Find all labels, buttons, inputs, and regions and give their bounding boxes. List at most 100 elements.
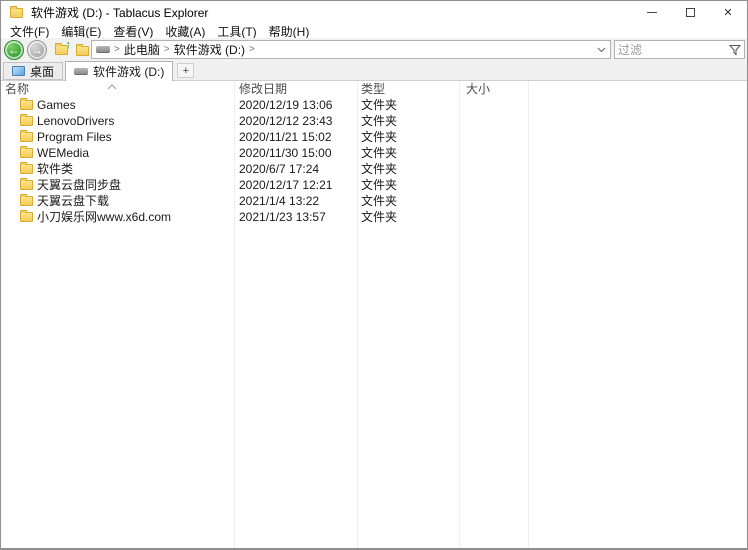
- window-controls: ✕: [633, 1, 747, 24]
- desktop-monitor-icon: [12, 66, 25, 76]
- column-header-type[interactable]: 类型: [361, 81, 385, 97]
- file-name: 小刀娱乐网www.x6d.com: [37, 210, 172, 224]
- folder-icon: [76, 43, 89, 56]
- file-list: Games 2020/12/19 13:06 文件夹 LenovoDrivers…: [1, 97, 746, 225]
- file-type: 文件夹: [361, 146, 398, 160]
- file-type: 文件夹: [361, 114, 398, 128]
- back-button[interactable]: ←: [4, 39, 24, 60]
- file-row[interactable]: LenovoDrivers 2020/12/12 23:43 文件夹: [1, 113, 746, 129]
- minimize-button[interactable]: [633, 1, 671, 24]
- folder-icon: [20, 130, 33, 142]
- folder-icon: [20, 146, 33, 158]
- close-icon: ✕: [723, 7, 733, 19]
- app-folder-icon: [10, 5, 23, 18]
- column-header-size[interactable]: 大小: [466, 81, 490, 97]
- folder-icon: [20, 98, 33, 110]
- folder-icon: [20, 162, 33, 174]
- breadcrumb-separator: >: [163, 44, 170, 55]
- file-row[interactable]: Games 2020/12/19 13:06 文件夹: [1, 97, 746, 113]
- chevron-down-icon: [597, 47, 606, 52]
- column-header-name[interactable]: 名称: [5, 81, 29, 97]
- file-type: 文件夹: [361, 210, 398, 224]
- tab-bar: 桌面 软件游戏 (D:) +: [1, 61, 747, 81]
- back-arrow-icon: ←: [8, 42, 20, 57]
- address-dropdown-button[interactable]: [597, 47, 606, 53]
- menu-bar: 文件(F) 编辑(E) 查看(V) 收藏(A) 工具(T) 帮助(H): [1, 23, 747, 40]
- file-name: LenovoDrivers: [37, 114, 115, 128]
- up-folder-button[interactable]: ↑: [55, 39, 71, 55]
- file-size: [466, 97, 524, 113]
- tab-label: 桌面: [30, 64, 55, 79]
- file-size: [466, 161, 524, 177]
- menu-edit[interactable]: 编辑(E): [55, 23, 107, 40]
- minimize-icon: [647, 12, 657, 13]
- breadcrumb-this-pc[interactable]: 此电脑: [124, 41, 160, 58]
- file-row[interactable]: 天翼云盘下载 2021/1/4 13:22 文件夹: [1, 193, 746, 209]
- file-name: WEMedia: [37, 146, 90, 160]
- file-name: 天翼云盘同步盘: [37, 178, 122, 192]
- forward-button[interactable]: →: [27, 39, 47, 60]
- file-date-modified: 2021/1/23 13:57: [239, 210, 326, 224]
- file-row[interactable]: Program Files 2020/11/21 15:02 文件夹: [1, 129, 746, 145]
- menu-help[interactable]: 帮助(H): [263, 23, 316, 40]
- folder-icon: [20, 114, 33, 126]
- menu-view[interactable]: 查看(V): [107, 23, 159, 40]
- file-type: 文件夹: [361, 178, 398, 192]
- plus-icon: +: [182, 64, 190, 77]
- forward-arrow-icon: →: [31, 42, 43, 57]
- file-name: Games: [37, 98, 76, 112]
- tab-label: 软件游戏 (D:): [93, 65, 165, 79]
- window-title: 软件游戏 (D:) - Tablacus Explorer: [31, 6, 209, 20]
- filter-box: [614, 40, 745, 59]
- menu-file[interactable]: 文件(F): [4, 23, 55, 40]
- file-size: [466, 209, 524, 225]
- file-type: 文件夹: [361, 194, 398, 208]
- file-row[interactable]: 小刀娱乐网www.x6d.com 2021/1/23 13:57 文件夹: [1, 209, 746, 225]
- breadcrumb-current-drive[interactable]: 软件游戏 (D:): [174, 41, 245, 58]
- column-header-date-modified[interactable]: 修改日期: [239, 81, 287, 97]
- file-size: [466, 129, 524, 145]
- file-size: [466, 193, 524, 209]
- breadcrumb-separator: >: [114, 44, 120, 55]
- tab-desktop[interactable]: 桌面: [3, 62, 64, 80]
- file-name: Program Files: [37, 130, 112, 144]
- file-date-modified: 2020/12/12 23:43: [239, 114, 333, 128]
- file-row[interactable]: 天翼云盘同步盘 2020/12/17 12:21 文件夹: [1, 177, 746, 193]
- folder-icon: [20, 194, 33, 206]
- new-tab-button[interactable]: +: [177, 63, 195, 78]
- sort-ascending-icon: [107, 79, 117, 93]
- drive-icon: [96, 46, 110, 53]
- file-type: 文件夹: [361, 162, 398, 176]
- folder-icon: [20, 178, 33, 190]
- file-name: 天翼云盘下载: [37, 194, 110, 208]
- file-date-modified: 2021/1/4 13:22: [239, 194, 320, 208]
- file-name: 软件类: [37, 162, 74, 176]
- menu-favorites[interactable]: 收藏(A): [159, 23, 211, 40]
- file-type: 文件夹: [361, 130, 398, 144]
- file-date-modified: 2020/12/17 12:21: [239, 178, 333, 192]
- file-size: [466, 145, 524, 161]
- file-date-modified: 2020/11/30 15:00: [239, 146, 332, 160]
- drive-icon: [74, 68, 89, 75]
- app-window: 软件游戏 (D:) - Tablacus Explorer ✕ 文件(F) 编辑…: [0, 0, 748, 550]
- folder-icon: [20, 210, 33, 222]
- breadcrumb-separator: >: [249, 44, 255, 55]
- file-size: [466, 113, 524, 129]
- filter-funnel-icon: [729, 44, 741, 56]
- file-row[interactable]: WEMedia 2020/11/30 15:00 文件夹: [1, 145, 746, 161]
- filter-input[interactable]: [618, 42, 729, 57]
- menu-tools[interactable]: 工具(T): [211, 23, 262, 40]
- close-button[interactable]: ✕: [709, 1, 747, 24]
- maximize-button[interactable]: [671, 1, 709, 24]
- tab-software-games-drive[interactable]: 软件游戏 (D:): [65, 61, 174, 81]
- up-arrow-icon: ↑: [65, 38, 72, 51]
- file-date-modified: 2020/6/7 17:24: [239, 162, 320, 176]
- list-header: 名称 修改日期 类型 大小: [1, 81, 747, 97]
- file-date-modified: 2020/12/19 13:06: [239, 98, 333, 112]
- file-row[interactable]: 软件类 2020/6/7 17:24 文件夹: [1, 161, 746, 177]
- address-bar[interactable]: > 此电脑 > 软件游戏 (D:) >: [91, 40, 611, 59]
- file-type: 文件夹: [361, 98, 398, 112]
- file-date-modified: 2020/11/21 15:02: [239, 130, 332, 144]
- title-bar: 软件游戏 (D:) - Tablacus Explorer ✕: [1, 1, 747, 24]
- file-size: [466, 177, 524, 193]
